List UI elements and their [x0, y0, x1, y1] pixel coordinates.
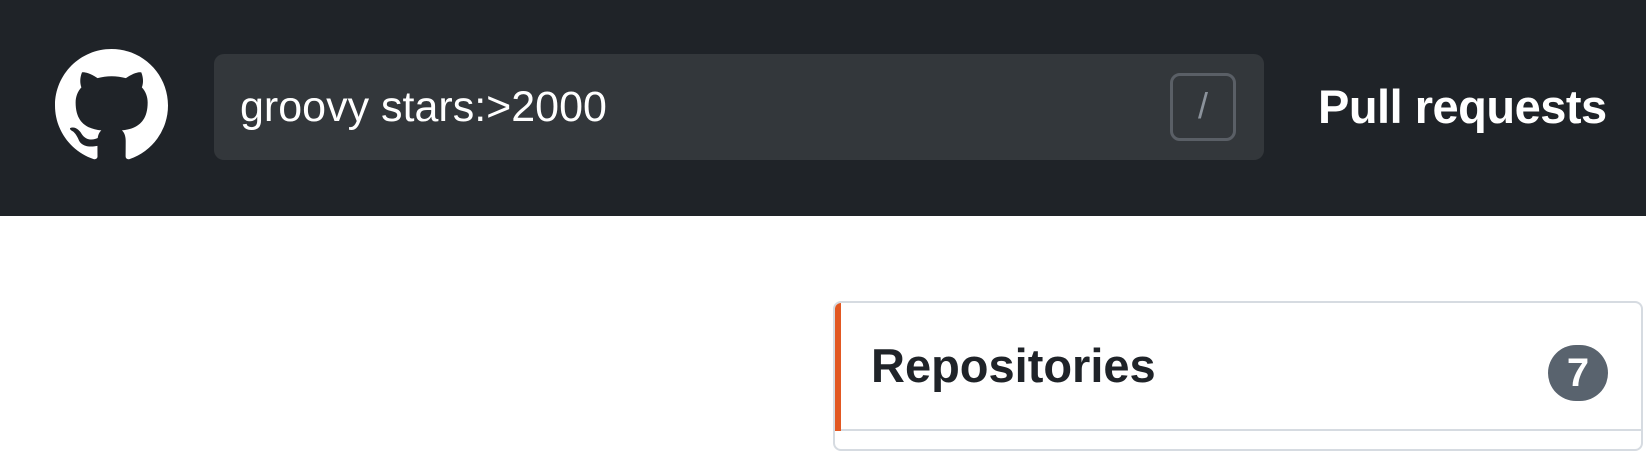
github-logo-link[interactable]	[55, 49, 168, 162]
search-input[interactable]	[240, 54, 1120, 160]
top-header: / Pull requests	[0, 0, 1646, 216]
search-type-filter-panel: Repositories 7	[833, 301, 1643, 451]
search-shortcut-key: /	[1170, 73, 1236, 141]
repository-count-badge: 7	[1548, 345, 1608, 401]
github-mark-icon	[55, 49, 168, 160]
filter-item-label: Repositories	[871, 339, 1156, 392]
nav-pull-requests-link[interactable]: Pull requests	[1318, 76, 1607, 138]
search-box[interactable]: /	[214, 54, 1264, 160]
selected-indicator	[835, 303, 841, 431]
filter-item-repositories[interactable]: Repositories 7	[835, 303, 1641, 431]
